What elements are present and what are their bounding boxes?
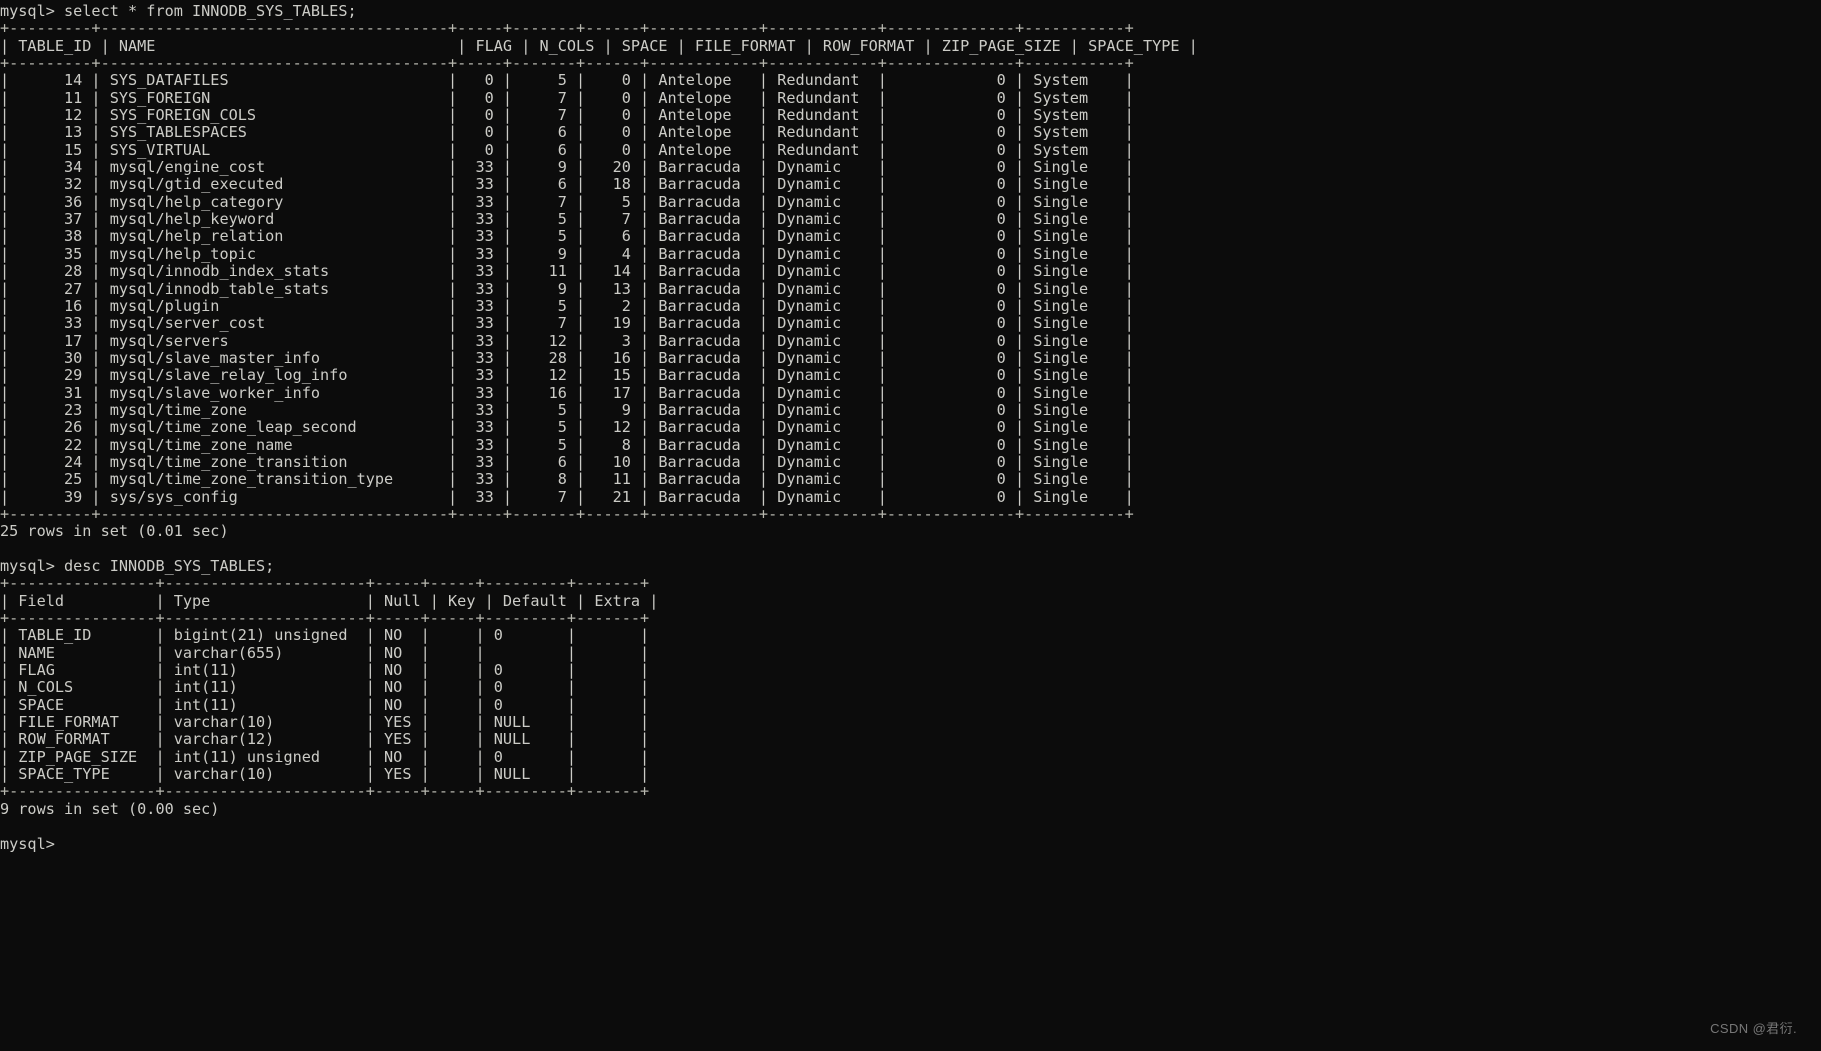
desc-table-row: | N_COLS | int(11) | NO | | 0 | |	[0, 678, 650, 697]
sys-tables-row: | 28 | mysql/innodb_index_stats | 33 | 1…	[0, 262, 1134, 281]
csdn-watermark: CSDN @君衍.	[1710, 1021, 1797, 1036]
sys-tables-row: | 38 | mysql/help_relation | 33 | 5 | 6 …	[0, 227, 1134, 246]
desc-table-row: | SPACE_TYPE | varchar(10) | YES | | NUL…	[0, 765, 650, 784]
desc-table-bottom-border: +----------------+----------------------…	[0, 782, 650, 801]
sys-tables-row: | 35 | mysql/help_topic | 33 | 9 | 4 | B…	[0, 244, 1134, 263]
sys-tables-row: | 29 | mysql/slave_relay_log_info | 33 |…	[0, 366, 1134, 385]
desc-table-header-border: +----------------+----------------------…	[0, 609, 650, 628]
sys-tables-top-border: +---------+-----------------------------…	[0, 19, 1134, 38]
sys-tables-row: | 22 | mysql/time_zone_name | 33 | 5 | 8…	[0, 435, 1134, 454]
desc-table-row: | ROW_FORMAT | varchar(12) | YES | | NUL…	[0, 730, 650, 749]
command-select-line: mysql> select * from INNODB_SYS_TABLES;	[0, 2, 357, 20]
sys-tables-row: | 33 | mysql/server_cost | 33 | 7 | 19 |…	[0, 314, 1134, 333]
sys-tables-row: | 13 | SYS_TABLESPACES | 0 | 6 | 0 | Ant…	[0, 123, 1134, 142]
sys-tables-row: | 26 | mysql/time_zone_leap_second | 33 …	[0, 418, 1134, 437]
sys-tables-row: | 32 | mysql/gtid_executed | 33 | 6 | 18…	[0, 175, 1134, 194]
sys-tables-row: | 39 | sys/sys_config | 33 | 7 | 21 | Ba…	[0, 487, 1134, 506]
sys-tables-row: | 30 | mysql/slave_master_info | 33 | 28…	[0, 348, 1134, 367]
prompt-line: mysql>	[0, 834, 55, 853]
desc-table-header-row: | Field | Type | Null | Key | Default | …	[0, 591, 659, 610]
sys-tables-row: | 31 | mysql/slave_worker_info | 33 | 16…	[0, 383, 1134, 402]
sys-tables-row: | 16 | mysql/plugin | 33 | 5 | 2 | Barra…	[0, 296, 1134, 315]
sys-tables-bottom-border: +---------+-----------------------------…	[0, 504, 1134, 523]
command-desc-line: mysql> desc INNODB_SYS_TABLES;	[0, 557, 275, 575]
sys-tables-row: | 17 | mysql/servers | 33 | 12 | 3 | Bar…	[0, 331, 1134, 350]
select-status-line: 25 rows in set (0.01 sec)	[0, 522, 229, 541]
desc-table-row: | ZIP_PAGE_SIZE | int(11) unsigned | NO …	[0, 747, 650, 766]
sys-tables-row: | 23 | mysql/time_zone | 33 | 5 | 9 | Ba…	[0, 400, 1134, 419]
sys-tables-header-border: +---------+-----------------------------…	[0, 54, 1134, 73]
desc-table-top-border: +----------------+----------------------…	[0, 574, 650, 593]
desc-table-row: | TABLE_ID | bigint(21) unsigned | NO | …	[0, 626, 650, 645]
sys-tables-row: | 11 | SYS_FOREIGN | 0 | 7 | 0 | Antelop…	[0, 88, 1134, 107]
sys-tables-row: | 14 | SYS_DATAFILES | 0 | 5 | 0 | Antel…	[0, 71, 1134, 90]
sys-tables-row: | 34 | mysql/engine_cost | 33 | 9 | 20 |…	[0, 158, 1134, 177]
sys-tables-row: | 37 | mysql/help_keyword | 33 | 5 | 7 |…	[0, 210, 1134, 229]
sys-tables-row: | 25 | mysql/time_zone_transition_type |…	[0, 470, 1134, 489]
terminal-output[interactable]: mysql> select * from INNODB_SYS_TABLES; +…	[0, 0, 1821, 1051]
desc-status-line: 9 rows in set (0.00 sec)	[0, 799, 220, 818]
sys-tables-row: | 15 | SYS_VIRTUAL | 0 | 6 | 0 | Antelop…	[0, 140, 1134, 159]
sys-tables-row: | 36 | mysql/help_category | 33 | 7 | 5 …	[0, 192, 1134, 211]
sys-tables-row: | 27 | mysql/innodb_table_stats | 33 | 9…	[0, 279, 1134, 298]
sys-tables-row: | 24 | mysql/time_zone_transition | 33 |…	[0, 452, 1134, 471]
sys-tables-row: | 12 | SYS_FOREIGN_COLS | 0 | 7 | 0 | An…	[0, 106, 1134, 125]
desc-table-row: | SPACE | int(11) | NO | | 0 | |	[0, 695, 650, 714]
desc-table-row: | NAME | varchar(655) | NO | | | |	[0, 643, 650, 662]
sys-tables-header-row: | TABLE_ID | NAME | FLAG | N_COLS | SPAC…	[0, 36, 1198, 55]
desc-table-row: | FILE_FORMAT | varchar(10) | YES | | NU…	[0, 713, 650, 732]
desc-table-row: | FLAG | int(11) | NO | | 0 | |	[0, 661, 650, 680]
